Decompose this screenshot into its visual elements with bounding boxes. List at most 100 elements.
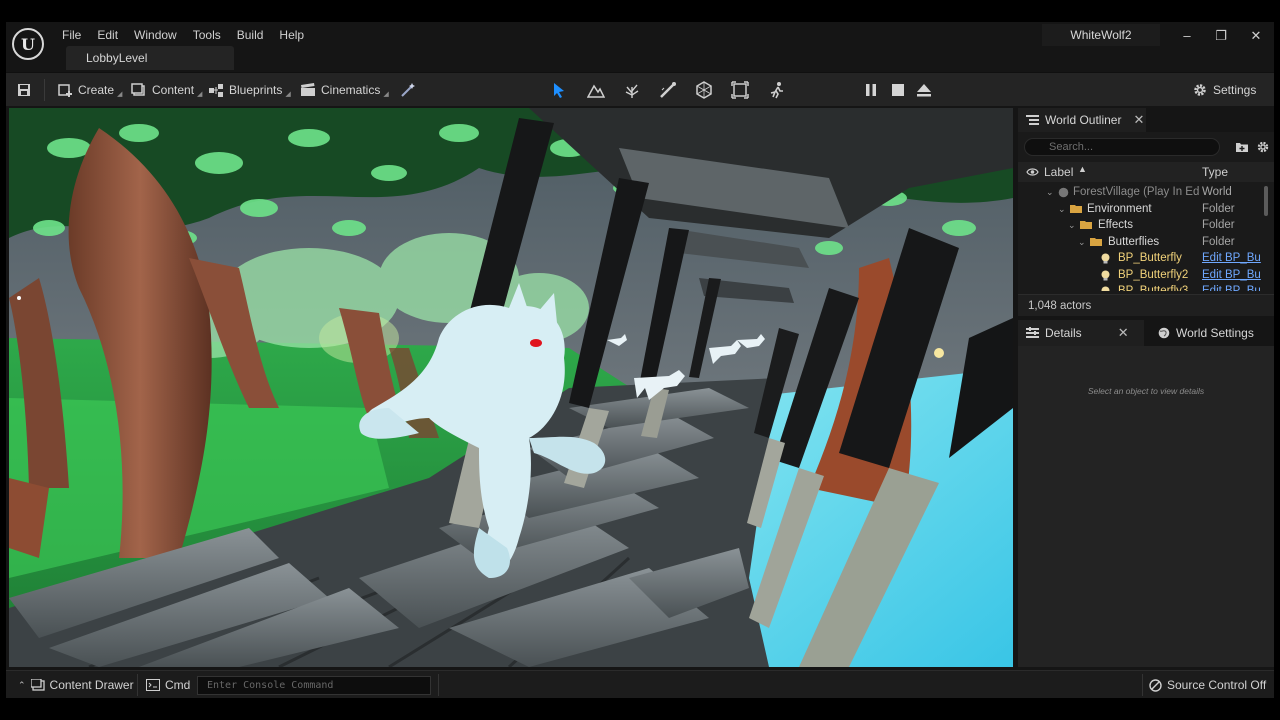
level-tab[interactable]: LobbyLevel (66, 46, 234, 70)
folder-open-icon (1090, 237, 1102, 246)
magic-wand-icon (401, 83, 415, 97)
outliner-row-label: ForestVillage (Play In Ed (1073, 186, 1200, 198)
chevron-down-icon[interactable]: ⌄ (1078, 234, 1086, 250)
create-icon (58, 84, 72, 97)
outliner-row[interactable]: ⌄ Environment Folder (1018, 201, 1268, 218)
outliner-scrollbar[interactable] (1264, 186, 1268, 216)
tab-world-settings[interactable]: World Settings (1150, 320, 1274, 346)
blueprints-icon (209, 84, 223, 97)
details-icon (1026, 327, 1039, 338)
content-drawer-label: Content Drawer (49, 678, 134, 692)
create-label: Create (78, 83, 115, 97)
outliner-row-type: Folder (1202, 202, 1235, 215)
close-outliner-icon[interactable]: ✕ (1133, 112, 1144, 128)
chevron-down-icon[interactable]: ⌄ (1068, 217, 1076, 233)
minimize-icon[interactable]: – (1172, 26, 1202, 46)
unreal-logo-icon[interactable]: U (12, 28, 44, 60)
source-control-label: Source Control Off (1167, 678, 1267, 692)
settings-button[interactable]: Settings (1192, 80, 1256, 100)
outliner-row-label: BP_Butterfly2 (1118, 268, 1189, 281)
menu-edit[interactable]: Edit (89, 25, 126, 45)
outliner-row[interactable]: BP_Butterfly Edit BP_Bu (1018, 250, 1268, 267)
menu-tools[interactable]: Tools (185, 25, 229, 45)
edit-blueprint-link[interactable]: Edit BP_Bu (1202, 283, 1261, 291)
outliner-row[interactable]: ⌄ Effects Folder (1018, 217, 1268, 234)
letterbox-bottom (0, 698, 1280, 720)
menu-help[interactable]: Help (271, 25, 312, 45)
chevron-up-icon: ⌃ (18, 679, 26, 690)
foliage-mode-icon[interactable] (623, 81, 641, 99)
outliner-row-label: Environment (1087, 202, 1152, 215)
content-drawer-button[interactable]: ⌃ Content Drawer (18, 677, 134, 693)
animation-mode-icon[interactable] (768, 81, 786, 99)
brush-editing-mode-icon[interactable] (731, 81, 749, 99)
landscape-mode-icon[interactable] (586, 81, 606, 99)
outliner-row-label: Effects (1098, 219, 1133, 231)
details-panel: Details ✕ World Settings Select an objec… (1018, 320, 1274, 667)
close-details-icon[interactable]: ✕ (1118, 325, 1129, 341)
content-label: Content (152, 83, 195, 97)
close-icon[interactable]: ✕ (1241, 26, 1271, 46)
create-button[interactable]: Create ◢ (57, 80, 122, 100)
tab-details[interactable]: Details ✕ (1018, 320, 1144, 346)
cinematics-icon (301, 83, 315, 96)
fracture-mode-icon[interactable] (695, 81, 713, 99)
chevron-down-icon[interactable]: ⌄ (1058, 201, 1066, 217)
outliner-column-header: Label ▲ Type (1018, 162, 1274, 182)
outliner-row[interactable]: ⌄ Butterflies Folder (1018, 234, 1268, 251)
outliner-search-input[interactable]: Search... (1024, 138, 1220, 156)
actor-bulb-icon (1101, 270, 1110, 280)
gear-icon (1194, 84, 1206, 96)
pause-icon[interactable] (862, 81, 880, 99)
main-menu: File Edit Window Tools Build Help (54, 25, 312, 45)
outliner-row-label: BP_Butterfly (1118, 252, 1182, 264)
blueprints-button[interactable]: Blueprints ◢ (208, 80, 291, 100)
actor-count: 1,048 actors (1018, 294, 1274, 316)
chevron-down-icon[interactable]: ⌄ (1046, 184, 1054, 200)
console-command-input[interactable]: Enter Console Command (197, 676, 431, 695)
actor-bulb-icon (1101, 286, 1110, 291)
visibility-eye-icon[interactable] (1026, 167, 1039, 177)
letterbox-top (0, 0, 1280, 22)
tab-world-outliner[interactable]: World Outliner ✕ (1018, 108, 1146, 132)
outliner-row-type: Folder (1202, 235, 1235, 248)
outliner-row-type: Folder (1202, 219, 1235, 231)
sort-ascending-icon: ▲ (1078, 164, 1087, 174)
unreal-editor-window: U File Edit Window Tools Build Help Lobb… (6, 22, 1274, 698)
outliner-tab-label: World Outliner (1045, 113, 1122, 127)
content-drawer-icon (30, 679, 45, 691)
column-type-header[interactable]: Type (1202, 165, 1228, 179)
menu-file[interactable]: File (54, 25, 89, 45)
outliner-row-label: Butterflies (1108, 235, 1160, 248)
add-folder-icon[interactable] (1235, 140, 1249, 154)
restore-icon[interactable]: ❐ (1206, 26, 1236, 46)
source-control-button[interactable]: Source Control Off (1149, 677, 1266, 693)
platforms-button[interactable] (400, 80, 416, 100)
level-viewport[interactable] (9, 108, 1013, 667)
world-outliner-panel: World Outliner ✕ Search... Label ▲ Type … (1018, 108, 1274, 316)
outliner-settings-gear-icon[interactable] (1256, 140, 1270, 154)
column-label-header[interactable]: Label (1044, 165, 1073, 179)
content-button[interactable]: Content ◢ (131, 80, 202, 100)
stop-icon[interactable] (889, 81, 907, 99)
select-mode-icon[interactable] (550, 81, 568, 99)
world-settings-tab-label: World Settings (1176, 326, 1254, 340)
status-bar: ⌃ Content Drawer Cmd Enter Console Comma… (6, 670, 1274, 698)
details-tab-label: Details (1045, 326, 1082, 340)
cinematics-button[interactable]: Cinematics ◢ (300, 80, 389, 100)
cinematics-label: Cinematics (321, 83, 381, 97)
outliner-row[interactable]: ⌄ ForestVillage (Play In Ed World (1018, 184, 1268, 201)
save-button[interactable] (16, 80, 32, 100)
menu-build[interactable]: Build (229, 25, 272, 45)
main-toolbar: Create ◢ Content ◢ Blueprints ◢ Cinematics ◢ (6, 72, 1274, 106)
outliner-row[interactable]: BP_Butterfly3 Edit BP_Bu (1018, 283, 1268, 291)
mesh-paint-mode-icon[interactable] (659, 81, 677, 99)
outliner-row[interactable]: BP_Butterfly2 Edit BP_Bu (1018, 267, 1268, 284)
cmd-button[interactable]: Cmd (146, 677, 190, 693)
eject-icon[interactable] (915, 81, 933, 99)
actor-bulb-icon (1101, 253, 1110, 264)
edit-blueprint-link[interactable]: Edit BP_Bu (1202, 267, 1261, 283)
menu-window[interactable]: Window (126, 25, 185, 45)
edit-blueprint-link[interactable]: Edit BP_Bu (1202, 250, 1261, 266)
settings-label: Settings (1213, 83, 1257, 97)
